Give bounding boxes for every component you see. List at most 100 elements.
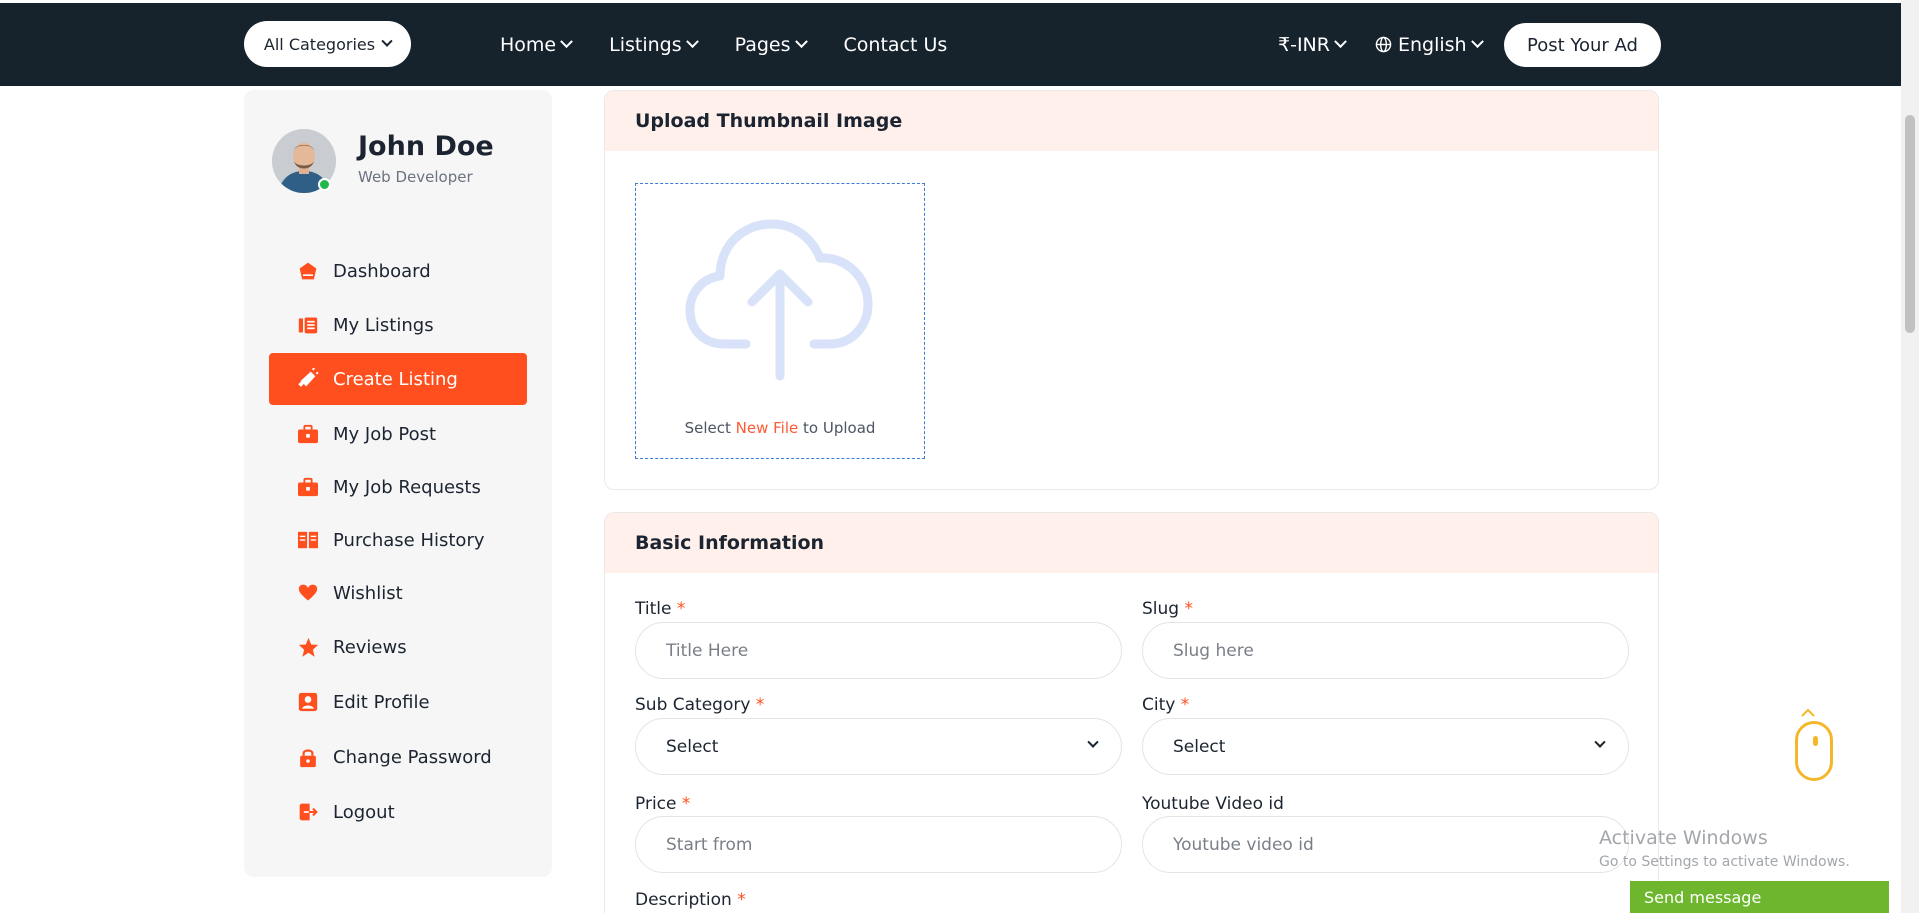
chevron-down-icon [1594, 736, 1606, 748]
thumbnail-card-title: Upload Thumbnail Image [605, 91, 1658, 151]
basic-information-card: Basic Information Title * Title Here Slu… [604, 512, 1659, 913]
title-input[interactable]: Title Here [635, 622, 1122, 679]
required-mark: * [737, 890, 746, 910]
required-mark: * [676, 599, 686, 619]
sidebar-item-label: Create Listing [333, 368, 458, 390]
chevron-down-icon [1334, 35, 1347, 49]
language-selector[interactable]: English [1375, 33, 1484, 56]
scrollbar-thumb[interactable] [1905, 115, 1915, 333]
mouse-wheel-icon [1813, 736, 1818, 746]
online-status-dot [318, 178, 331, 191]
sidebar-item-my-job-post[interactable]: My Job Post [269, 408, 527, 460]
thumbnail-dropzone[interactable]: Select New File to Upload [635, 183, 925, 459]
required-mark: * [681, 794, 691, 814]
required-mark: * [755, 695, 765, 715]
scroll-to-top-button[interactable] [1795, 721, 1833, 781]
price-label-text: Price [635, 794, 677, 814]
house-icon [297, 260, 319, 282]
sidebar-item-wishlist[interactable]: Wishlist [269, 567, 527, 619]
chevron-down-icon [794, 35, 808, 49]
globe-icon [1375, 36, 1392, 53]
sidebar-item-label: Wishlist [333, 582, 403, 604]
user-card-icon [297, 691, 319, 713]
sub-category-value: Select [666, 736, 719, 757]
sidebar-item-label: My Listings [333, 314, 434, 336]
sidebar-item-label: My Job Post [333, 423, 437, 445]
nav-contact-us-label: Contact Us [843, 33, 948, 56]
logout-icon [297, 801, 319, 823]
upload-suffix-text: to Upload [803, 419, 876, 437]
required-mark: * [1180, 695, 1190, 715]
heart-icon [297, 582, 319, 604]
nav-pages[interactable]: Pages [734, 33, 808, 56]
title-label-text: Title [635, 599, 672, 619]
city-value: Select [1173, 736, 1226, 757]
activate-windows-title: Activate Windows [1599, 827, 1768, 849]
description-label-text: Description [635, 890, 732, 910]
sidebar-item-label: Dashboard [333, 260, 431, 282]
price-label: Price * [635, 794, 690, 814]
sidebar-item-logout[interactable]: Logout [269, 786, 527, 838]
nav-listings-label: Listings [609, 33, 682, 56]
sub-category-label-text: Sub Category [635, 695, 751, 715]
chevron-down-icon [1470, 35, 1484, 49]
sidebar-item-label: Purchase History [333, 529, 485, 551]
sub-category-label: Sub Category * [635, 695, 764, 715]
sub-category-select[interactable]: Select [635, 718, 1122, 775]
post-your-ad-button[interactable]: Post Your Ad [1504, 23, 1661, 67]
youtube-label: Youtube Video id [1142, 794, 1284, 814]
required-mark: * [1184, 599, 1194, 619]
sidebar-item-label: Logout [333, 801, 395, 823]
cloud-upload-icon [685, 219, 873, 381]
slug-input[interactable]: Slug here [1142, 622, 1629, 679]
listing-icon [297, 314, 319, 336]
briefcase-icon [297, 423, 319, 445]
thumbnail-card: Upload Thumbnail Image Select New File t… [604, 90, 1659, 490]
sidebar-item-label: Reviews [333, 636, 407, 658]
sidebar-item-create-listing[interactable]: Create Listing [269, 353, 527, 405]
sidebar-item-change-password[interactable]: Change Password [269, 731, 527, 783]
sidebar-item-label: Change Password [333, 746, 492, 768]
slug-label: Slug * [1142, 599, 1193, 619]
profile-name: John Doe [358, 131, 494, 162]
nav-home-label: Home [500, 33, 557, 56]
slug-label-text: Slug [1142, 599, 1180, 619]
send-message-button[interactable]: Send message [1630, 881, 1889, 913]
sidebar-item-reviews[interactable]: Reviews [269, 621, 527, 673]
price-input[interactable]: Start from [635, 816, 1122, 873]
all-categories-label: All Categories [263, 34, 376, 54]
nav-listings[interactable]: Listings [609, 33, 699, 56]
city-select[interactable]: Select [1142, 718, 1629, 775]
city-label-text: City [1142, 695, 1176, 715]
activate-windows-subtitle: Go to Settings to activate Windows. [1599, 854, 1850, 870]
chevron-down-icon [1087, 736, 1099, 748]
sidebar-item-my-listings[interactable]: My Listings [269, 299, 527, 351]
briefcase-icon [297, 476, 319, 498]
sidebar-item-edit-profile[interactable]: Edit Profile [269, 676, 527, 728]
language-label: English [1397, 33, 1467, 56]
book-icon [297, 529, 319, 551]
title-label: Title * [635, 599, 685, 619]
currency-label: ₹-INR [1278, 33, 1330, 56]
lock-icon [297, 746, 319, 768]
sidebar-item-dashboard[interactable]: Dashboard [269, 245, 527, 297]
sidebar-item-label: Edit Profile [333, 691, 430, 713]
new-file-link[interactable]: New File [736, 419, 799, 437]
basic-information-title: Basic Information [605, 513, 1658, 573]
all-categories-dropdown[interactable]: All Categories [244, 21, 411, 67]
chevron-down-icon [381, 35, 393, 47]
sidebar-item-purchase-history[interactable]: Purchase History [269, 514, 527, 566]
sidebar-item-label: My Job Requests [333, 476, 481, 498]
currency-selector[interactable]: ₹-INR [1278, 33, 1347, 56]
city-label: City * [1142, 695, 1189, 715]
nav-contact-us[interactable]: Contact Us [844, 34, 948, 56]
profile-role: Web Developer [358, 168, 473, 186]
top-navbar: All Categories Home Listings Pages Conta… [0, 3, 1901, 86]
main-nav: Home Listings Pages Contact Us [500, 3, 985, 86]
youtube-input[interactable]: Youtube video id [1142, 816, 1629, 873]
nav-pages-label: Pages [734, 33, 791, 56]
sidebar-item-my-job-requests[interactable]: My Job Requests [269, 461, 527, 513]
nav-home[interactable]: Home [500, 33, 573, 56]
nav-right: ₹-INR English [1278, 3, 1512, 86]
chevron-down-icon [685, 35, 699, 49]
